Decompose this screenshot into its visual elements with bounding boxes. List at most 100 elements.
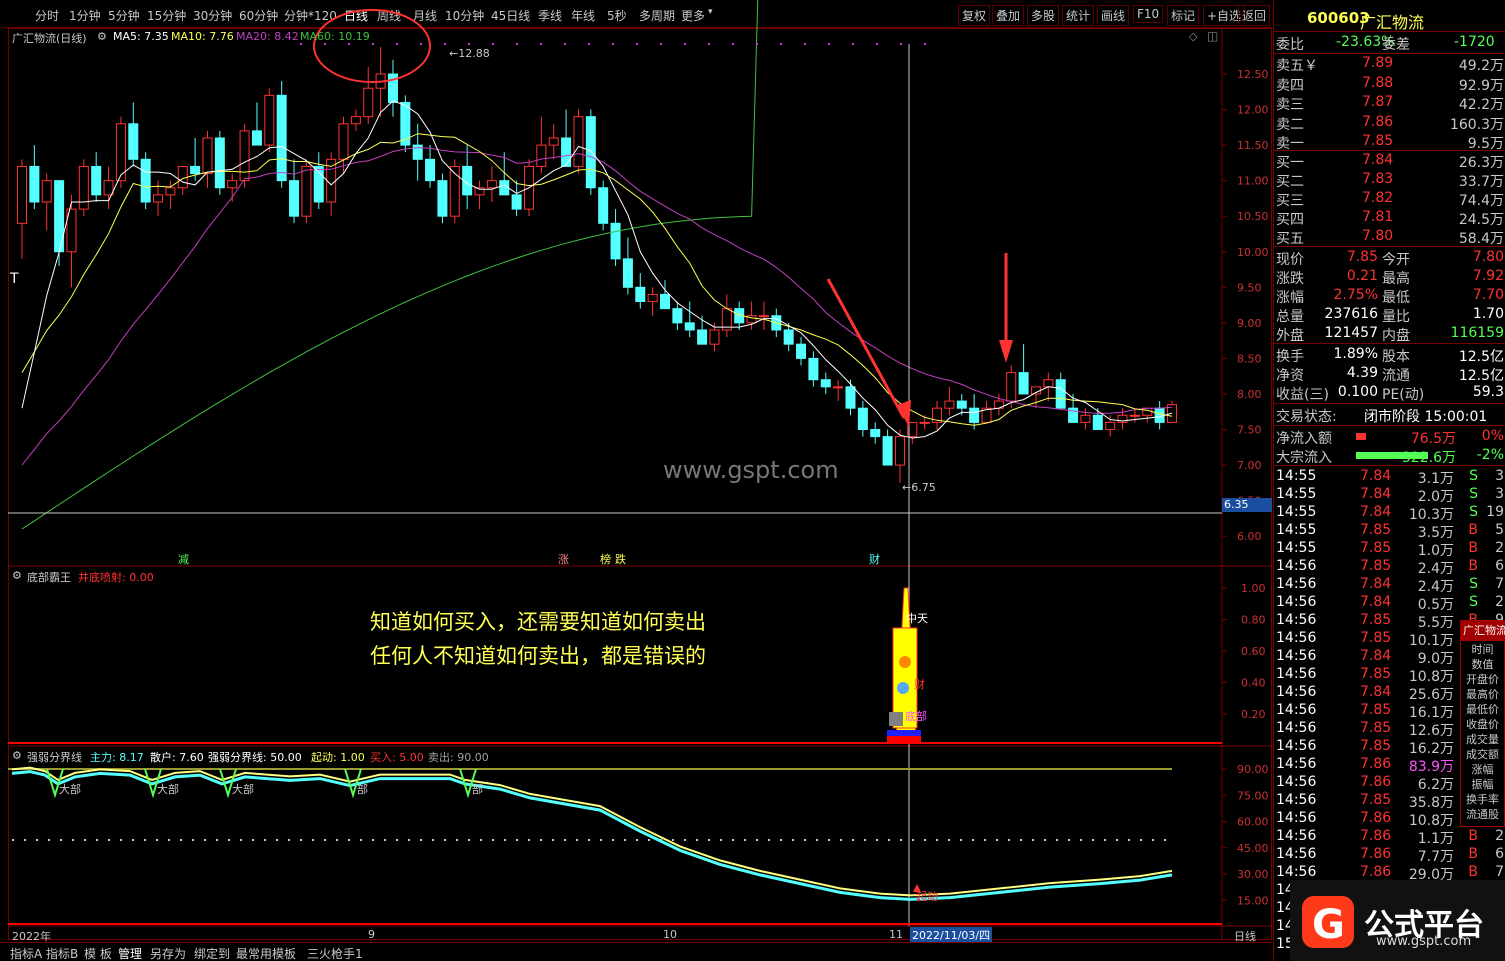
signal-dot [684,43,686,45]
popup-item-3[interactable]: 最高价 [1461,686,1504,701]
gspt-logo: G 公式平台 www.gspt.com [1290,880,1505,961]
signal-dot [732,43,734,45]
ask-row-4[interactable]: 卖一 7.85 9.5万 [1274,132,1505,152]
candle [474,180,485,210]
candle [214,130,225,195]
bid-label: 买五 [1276,231,1304,247]
bottom-tab-5[interactable]: 绑定到 [194,945,230,961]
tick-time: 14:56 [1276,756,1317,772]
popup-item-9[interactable]: 振幅 [1461,776,1504,791]
t-marker: T [9,271,19,287]
tick-price: 7.86 [1360,846,1392,862]
stat-label: 总量 [1276,309,1304,325]
midline-dot [408,839,410,841]
tick-count: 7 [1495,864,1504,880]
candle [29,145,40,210]
settings-icon[interactable]: ⚙ [12,749,22,762]
popup-item-0[interactable]: 时间 [1461,641,1504,656]
candle [882,429,893,466]
bottom-tab-0[interactable]: 指标A [10,945,42,961]
candle [746,301,757,330]
event-marker[interactable]: 减 [178,553,189,566]
bottom-tab-1[interactable]: 指标B [46,945,78,961]
candle [140,152,151,210]
event-marker[interactable]: 涨 [558,553,569,566]
tick-count: 3 [1495,486,1504,502]
popup-item-6[interactable]: 成交量 [1461,731,1504,746]
ind2-axis-label: 90.00 [1237,763,1269,776]
diamond-icon[interactable]: ◇ [1189,30,1197,43]
midline-dot [756,839,758,841]
stock-header: 600603 广汇物流 [1274,8,1505,32]
ind2-axis-label: 75.00 [1237,789,1269,802]
ask-row-0[interactable]: 卖五￥ 7.89 49.2万 [1274,54,1505,74]
midline-dot [708,839,710,841]
tick-time: 14:56 [1276,594,1317,610]
midline-dot [456,839,458,841]
popup-item-8[interactable]: 涨幅 [1461,761,1504,776]
popup-item-11[interactable]: 流通股 [1461,806,1504,821]
price-axis-label: 10.00 [1237,246,1269,259]
ask-row-3[interactable]: 卖二 7.86 160.3万 [1274,113,1505,133]
bid-row-3[interactable]: 买四 7.81 24.5万 [1274,208,1505,228]
candle [1018,344,1029,395]
bid-row-2[interactable]: 买三 7.82 74.4万 [1274,189,1505,209]
tick-price: 7.85 [1360,738,1392,754]
candle [1105,415,1116,437]
midline-dot [156,839,158,841]
event-marker[interactable]: 榜 [600,552,611,566]
midline-dot [984,839,986,841]
midline-dot [228,839,230,841]
price-axis-label: 11.50 [1237,139,1269,152]
midline-dot [816,839,818,841]
event-marker[interactable]: 跌 [615,552,626,566]
stat-value: 7.70 [1472,287,1504,303]
bid-row-4[interactable]: 买五 7.80 58.4万 [1274,227,1505,247]
start-label: 起动 [916,890,938,903]
divider [1274,465,1505,466]
signal-dot [468,43,470,45]
popup-item-2[interactable]: 开盘价 [1461,671,1504,686]
bottom-tab-6[interactable]: 最常用模板 [236,945,296,961]
midline-dot [900,839,902,841]
midline-dot [744,839,746,841]
retail-line [11,766,1173,897]
popup-item-5[interactable]: 收盘价 [1461,716,1504,731]
popup-item-1[interactable]: 数值 [1461,656,1504,671]
tick-direction: S [1469,594,1478,610]
trade-status-row: 交易状态: 闭市阶段 15:00:01 [1274,405,1505,425]
popup-item-7[interactable]: 成交额 [1461,746,1504,761]
candle [796,337,807,366]
window-icon[interactable]: ◫ [1207,29,1218,43]
low-annotation: ←6.75 [902,481,936,494]
popup-item-4[interactable]: 最低价 [1461,701,1504,716]
bottom-tab-3[interactable]: 管理 [118,945,142,961]
chart-canvas[interactable]: 12.50 12.00 11.50 11.00 10.50 10.00 9.50 9.00 8.… [0,0,1272,940]
bottom-tab-7[interactable]: 三火枪手1 [307,945,363,961]
ask-row-2[interactable]: 卖三 7.87 42.2万 [1274,93,1505,113]
bid-row-1[interactable]: 买二 7.83 33.7万 [1274,170,1505,190]
candle [437,173,448,224]
bottom-tab-2[interactable]: 模 板 [84,945,112,961]
settings-icon[interactable]: ⚙ [97,30,107,43]
candle [894,429,905,483]
popup-item-10[interactable]: 换手率 [1461,791,1504,806]
ind1-title: 底部霸王 [27,571,71,584]
signal-dot [636,43,638,45]
candle [289,159,300,224]
stat-label: 涨跌 [1276,271,1304,287]
stat-value: 237616 [1324,306,1378,322]
stat-label: 最低 [1382,290,1410,306]
bottom-tab-4[interactable]: 另存为 [150,945,186,961]
bid-row-0[interactable]: 买一 7.84 26.3万 [1274,151,1505,171]
event-marker[interactable]: 财 [869,552,880,566]
main-chart-title: 广汇物流(日线) [12,32,87,45]
tick-price: 7.86 [1360,864,1392,880]
signal-dot [516,43,518,45]
midline-dot [60,839,62,841]
stat-label: 今开 [1382,252,1410,268]
ask-row-1[interactable]: 卖四 7.88 92.9万 [1274,74,1505,94]
ma20-label: MA20: 8.42 [236,30,299,43]
settings-icon[interactable]: ⚙ [12,569,22,582]
logo-url: www.gspt.com [1376,934,1472,949]
